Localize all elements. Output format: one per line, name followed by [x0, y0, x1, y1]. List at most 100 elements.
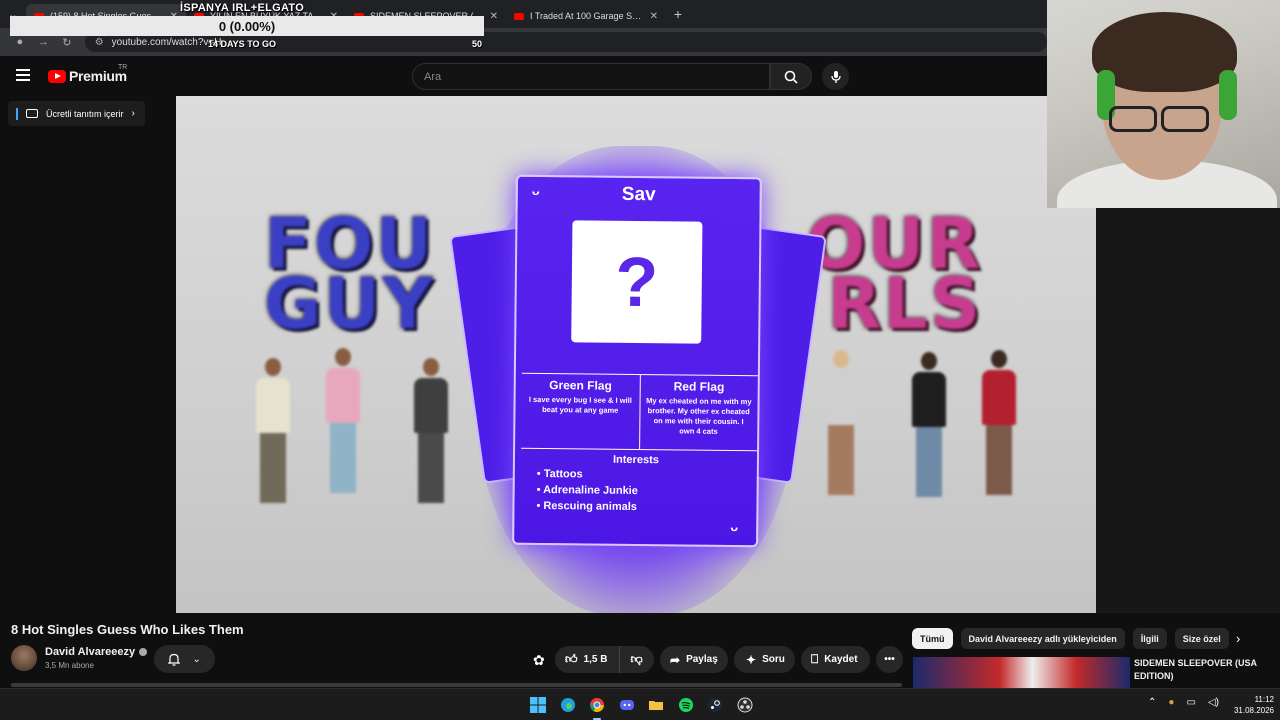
four-girls-heading: OUR RLS	[806, 209, 983, 345]
save-button[interactable]: ⎕ Kaydet	[801, 646, 870, 673]
thumbs-up-icon: 👍︎	[565, 652, 578, 666]
share-label: Paylaş	[686, 654, 718, 665]
subscriber-count: 3,5 Mn abone	[45, 661, 94, 670]
player-left-margin	[0, 96, 176, 613]
microphone-icon	[830, 70, 841, 83]
tab-title: I Traded At 100 Garage Sales, H...	[530, 11, 644, 21]
interests-list: Tattoos Adrenaline Junkie Rescuing anima…	[536, 468, 638, 517]
chip-from-uploader[interactable]: David Alvareeezy adlı yükleyiciden	[960, 628, 1125, 649]
promo-label: Ücretli tanıtım içerir	[46, 108, 124, 119]
chevron-right-icon[interactable]: ›	[1236, 631, 1240, 646]
youtube-favicon-icon	[514, 12, 524, 20]
menu-icon[interactable]	[16, 69, 30, 81]
windows-taskbar: ⌃ ● ▭ ◁) 11:12 31.08.2026	[0, 688, 1280, 720]
new-tab-button[interactable]: +	[666, 6, 690, 22]
chrome-icon[interactable]	[587, 695, 607, 720]
chip-for-you[interactable]: Size özel	[1174, 628, 1229, 649]
green-flag: Green Flag I save every bug I see & I wi…	[521, 374, 639, 449]
recommendation-chips: Tümü David Alvareeezy adlı yükleyiciden …	[912, 628, 1237, 649]
save-label: Kaydet	[824, 654, 858, 665]
chevron-up-icon[interactable]: ⌃	[1148, 697, 1156, 708]
recommended-video-title[interactable]: SIDEMEN SLEEPOVER (USA EDITION)	[1134, 657, 1274, 683]
microphone-icon[interactable]: ●	[1168, 697, 1174, 708]
person-figure	[982, 350, 1016, 500]
close-tab-icon[interactable]: ✕	[650, 11, 658, 22]
chevron-right-icon: ›	[131, 108, 135, 119]
obs-icon[interactable]	[735, 695, 755, 715]
red-flag-title: Red Flag	[673, 379, 725, 394]
clip-icon[interactable]: ✿	[533, 652, 545, 669]
paid-promotion-badge[interactable]: Ücretli tanıtım içerir ›	[8, 101, 145, 126]
search-input[interactable]: Ara	[412, 63, 770, 90]
clock-time: 11:12	[1254, 695, 1274, 704]
channel-name-text: David Alvareeezy	[45, 646, 136, 658]
thumbs-down-icon: 👎︎	[630, 652, 643, 666]
youtube-masthead: Premium TR Ara	[0, 56, 1047, 96]
share-button[interactable]: ➦ Paylaş	[660, 646, 728, 673]
accent-bar	[16, 107, 18, 120]
bookmark-icon: ⎕	[811, 652, 819, 666]
video-player[interactable]: FOU GUY OUR RLS ᴗ Sav ? Green Flag I sav…	[176, 96, 1096, 613]
green-flag-text: I save every bug I see & I will beat you…	[528, 394, 632, 415]
heading-line: GUY	[264, 263, 435, 345]
interest-item: Adrenaline Junkie	[537, 484, 638, 497]
green-flag-title: Green Flag	[549, 378, 612, 393]
overlay-days: 14 DAYS TO GO	[208, 39, 277, 49]
taskbar-apps	[528, 695, 764, 720]
promotion-icon	[26, 109, 38, 118]
stream-goal-overlay: İSPANYA IRL+ELGATO 0 (0.00%) 14 DAYS TO …	[10, 2, 484, 50]
card-name: Sav	[621, 183, 656, 206]
like-count: 1,5 B	[583, 654, 608, 665]
person-figure	[824, 350, 858, 500]
heading-line: RLS	[827, 263, 983, 345]
verified-icon	[139, 648, 148, 657]
edge-icon[interactable]	[558, 695, 578, 715]
red-flag: Red Flag My ex cheated on me with my bro…	[638, 375, 758, 451]
search-icon	[784, 70, 798, 84]
overlay-goal: 50	[472, 39, 483, 49]
share-icon: ➦	[670, 652, 681, 667]
browser-tab[interactable]: I Traded At 100 Garage Sales, H... ✕	[506, 4, 666, 28]
overlay-title: İSPANYA IRL+ELGATO	[180, 2, 305, 14]
start-icon[interactable]	[528, 695, 548, 715]
red-flag-text: My ex cheated on me with my brother. My …	[646, 396, 752, 436]
chip-related[interactable]: İlgili	[1132, 628, 1167, 649]
notification-button[interactable]: ⌄	[154, 645, 215, 673]
webcam-glasses	[1109, 106, 1219, 136]
recommended-video-thumbnail[interactable]	[913, 657, 1130, 688]
youtube-play-icon	[48, 69, 66, 83]
interest-item: Tattoos	[537, 468, 638, 481]
player-right-margin	[1096, 208, 1280, 613]
more-actions-button[interactable]: •••	[876, 646, 903, 673]
chip-all[interactable]: Tümü	[912, 628, 953, 649]
description-box-edge	[11, 683, 902, 687]
person-figure	[414, 358, 448, 508]
volume-icon[interactable]: ◁)	[1208, 697, 1219, 708]
ask-label: Soru	[762, 654, 785, 665]
person-figure	[326, 348, 360, 498]
video-title: 8 Hot Singles Guess Who Likes Them	[11, 622, 244, 637]
overlay-counter: 0 (0.00%)	[10, 16, 484, 36]
discord-icon[interactable]	[617, 695, 637, 715]
steam-icon[interactable]	[705, 695, 725, 715]
youtube-premium-logo[interactable]: Premium TR	[48, 64, 127, 84]
spotify-icon[interactable]	[676, 695, 696, 715]
clock-date: 31.08.2026	[1233, 706, 1274, 715]
file-explorer-icon[interactable]	[646, 695, 666, 715]
like-button[interactable]: 👍︎ 1,5 B	[555, 646, 621, 673]
dislike-button[interactable]: 👎︎	[620, 652, 652, 667]
network-icon[interactable]: ▭	[1186, 697, 1195, 708]
close-tab-icon[interactable]: ✕	[490, 11, 498, 22]
card-mystery-image: ?	[571, 220, 703, 344]
search-button[interactable]	[770, 63, 812, 90]
sparkle-icon: ✦	[746, 652, 757, 667]
clock[interactable]: 11:12 31.08.2026	[1224, 694, 1274, 716]
channel-avatar[interactable]	[11, 645, 37, 671]
channel-name[interactable]: David Alvareeezy	[45, 646, 148, 658]
voice-search-button[interactable]	[822, 63, 849, 90]
interests-title: Interests	[612, 453, 659, 467]
flags-row: Green Flag I save every bug I see & I wi…	[521, 372, 758, 452]
ask-button[interactable]: ✦ Soru	[734, 646, 795, 673]
webcam-feed	[1047, 0, 1280, 208]
like-dislike-group: 👍︎ 1,5 B 👎︎	[555, 646, 654, 673]
